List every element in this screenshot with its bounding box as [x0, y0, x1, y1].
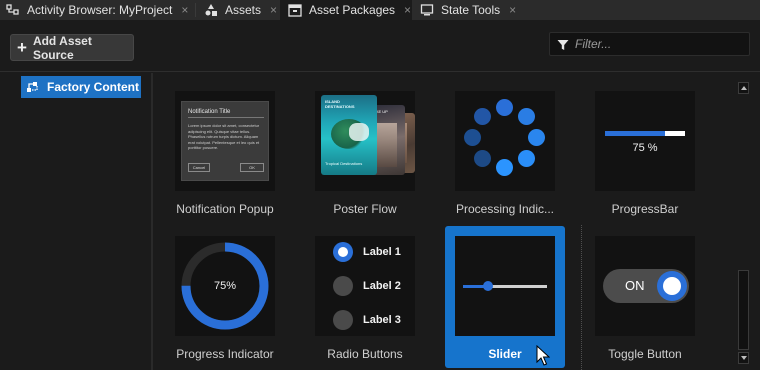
poster-subtitle: Tropical Destinations [325, 161, 363, 166]
spinner-dot [528, 129, 545, 146]
tree-item-label: Factory Content [47, 80, 140, 94]
progressbar-track [605, 131, 685, 136]
spinner-dot [474, 108, 491, 125]
close-icon[interactable]: × [404, 3, 411, 17]
toolbar: + Add Asset Source [0, 20, 760, 72]
close-icon[interactable]: × [509, 3, 516, 17]
asset-card-processing-indicator[interactable]: Processing Indic... [445, 73, 565, 216]
close-icon[interactable]: × [181, 3, 188, 17]
plus-icon: + [17, 38, 27, 57]
toggle-text: ON [625, 278, 645, 293]
notification-body-text: Lorem ipsum dolor sit amet, consectetur … [188, 123, 260, 150]
activity-icon [6, 3, 20, 17]
asset-thumbnail: 75 % [595, 91, 695, 191]
tab-bar: Activity Browser: MyProject × Assets × A… [0, 0, 760, 20]
progressbar-text: 75 % [632, 142, 658, 154]
progressbar-fill [605, 131, 665, 136]
spinner-dot [464, 129, 481, 146]
asset-label: Toggle Button [608, 347, 682, 361]
add-asset-source-label: Add Asset Source [32, 33, 92, 62]
radio-label: Label 2 [363, 280, 401, 292]
add-asset-source-button[interactable]: + Add Asset Source [10, 33, 134, 62]
close-icon[interactable]: × [270, 3, 277, 17]
scroll-thumb[interactable] [738, 270, 749, 350]
radio-checked-icon [333, 242, 353, 262]
spinner-dot [518, 150, 535, 167]
scroll-down-icon[interactable] [738, 352, 749, 364]
asset-card-poster-flow[interactable]: TAKE UP ISLAND DESTINATIONS Tropical Des… [305, 73, 425, 216]
asset-card-radio-buttons[interactable]: Label 1 Label 2 Label 3 Radio Buttons [305, 218, 425, 361]
tab-assets[interactable]: Assets × [204, 0, 277, 20]
asset-label: Processing Indic... [455, 202, 555, 216]
slider-track [463, 285, 547, 288]
radio-label: Label 1 [363, 246, 401, 258]
assets-icon [204, 3, 218, 17]
radio-row: Label 3 [333, 310, 413, 330]
filter-icon [557, 38, 569, 50]
mouse-cursor-icon [536, 345, 550, 366]
spinner-dot [474, 150, 491, 167]
asset-thumbnail: 75% [175, 236, 275, 336]
tab-state-tools[interactable]: State Tools × [420, 0, 516, 20]
asset-thumbnail: ON [595, 236, 695, 336]
factory-content-icon [26, 81, 39, 94]
notification-cancel-text: Cancel [188, 163, 210, 172]
poster-card-front: ISLAND DESTINATIONS Tropical Destination… [321, 95, 377, 175]
asset-label: Poster Flow [333, 202, 397, 216]
tree-item-factory-content[interactable]: Factory Content [21, 76, 141, 98]
filter-input[interactable] [575, 37, 735, 51]
scroll-up-icon[interactable] [738, 82, 749, 94]
toggle-switch: ON [603, 269, 689, 303]
filter-box[interactable] [549, 32, 750, 56]
asset-thumbnail [455, 236, 555, 336]
tab-label: Asset Packages [309, 3, 396, 17]
asset-card-notification-popup[interactable]: Notification Title Lorem ipsum dolor sit… [165, 73, 285, 216]
asset-card-progressbar[interactable]: 75 % ProgressBar [585, 73, 705, 216]
toggle-knob [657, 271, 687, 301]
radio-unchecked-icon [333, 310, 353, 330]
slider-knob [483, 281, 494, 291]
asset-packages-window: Activity Browser: MyProject × Assets × A… [0, 0, 760, 370]
asset-card-progress-indicator[interactable]: 75% Progress Indicator [165, 218, 285, 361]
asset-thumbnail: TAKE UP ISLAND DESTINATIONS Tropical Des… [315, 91, 415, 191]
package-icon [288, 3, 302, 17]
asset-thumbnail: Notification Title Lorem ipsum dolor sit… [175, 91, 275, 191]
progress-indicator-text: 75% [213, 280, 237, 292]
asset-label: Notification Popup [176, 202, 274, 216]
radio-unchecked-icon [333, 276, 353, 296]
asset-source-tree: Factory Content [0, 73, 151, 370]
asset-thumbnail [455, 91, 555, 191]
notification-title-text: Notification Title [188, 109, 231, 115]
asset-label: Progress Indicator [176, 347, 274, 361]
radio-row: Label 2 [333, 276, 413, 296]
tab-label: Assets [225, 3, 262, 17]
vertical-scrollbar[interactable] [736, 82, 751, 370]
tab-activity-browser[interactable]: Activity Browser: MyProject × [6, 0, 188, 20]
asset-thumbnail: Label 1 Label 2 Label 3 [315, 236, 415, 336]
asset-label: ProgressBar [611, 202, 679, 216]
tab-label: Activity Browser: MyProject [27, 3, 173, 17]
notification-preview: Notification Title Lorem ipsum dolor sit… [181, 101, 269, 181]
spinner-dot [496, 99, 513, 116]
tab-label: State Tools [441, 3, 501, 17]
monitor-icon [420, 3, 434, 17]
tab-asset-packages[interactable]: Asset Packages × [280, 0, 412, 20]
spinner-dot [496, 159, 513, 176]
spinner-dot [518, 108, 535, 125]
asset-label: Radio Buttons [327, 347, 403, 361]
asset-card-toggle-button[interactable]: ON Toggle Button [585, 218, 705, 361]
asset-grid: Notification Title Lorem ipsum dolor sit… [153, 73, 736, 370]
notification-ok-text: OK [240, 163, 264, 172]
poster-title: ISLAND DESTINATIONS [325, 99, 355, 109]
radio-label: Label 3 [363, 314, 401, 326]
radio-row: Label 1 [333, 242, 413, 262]
